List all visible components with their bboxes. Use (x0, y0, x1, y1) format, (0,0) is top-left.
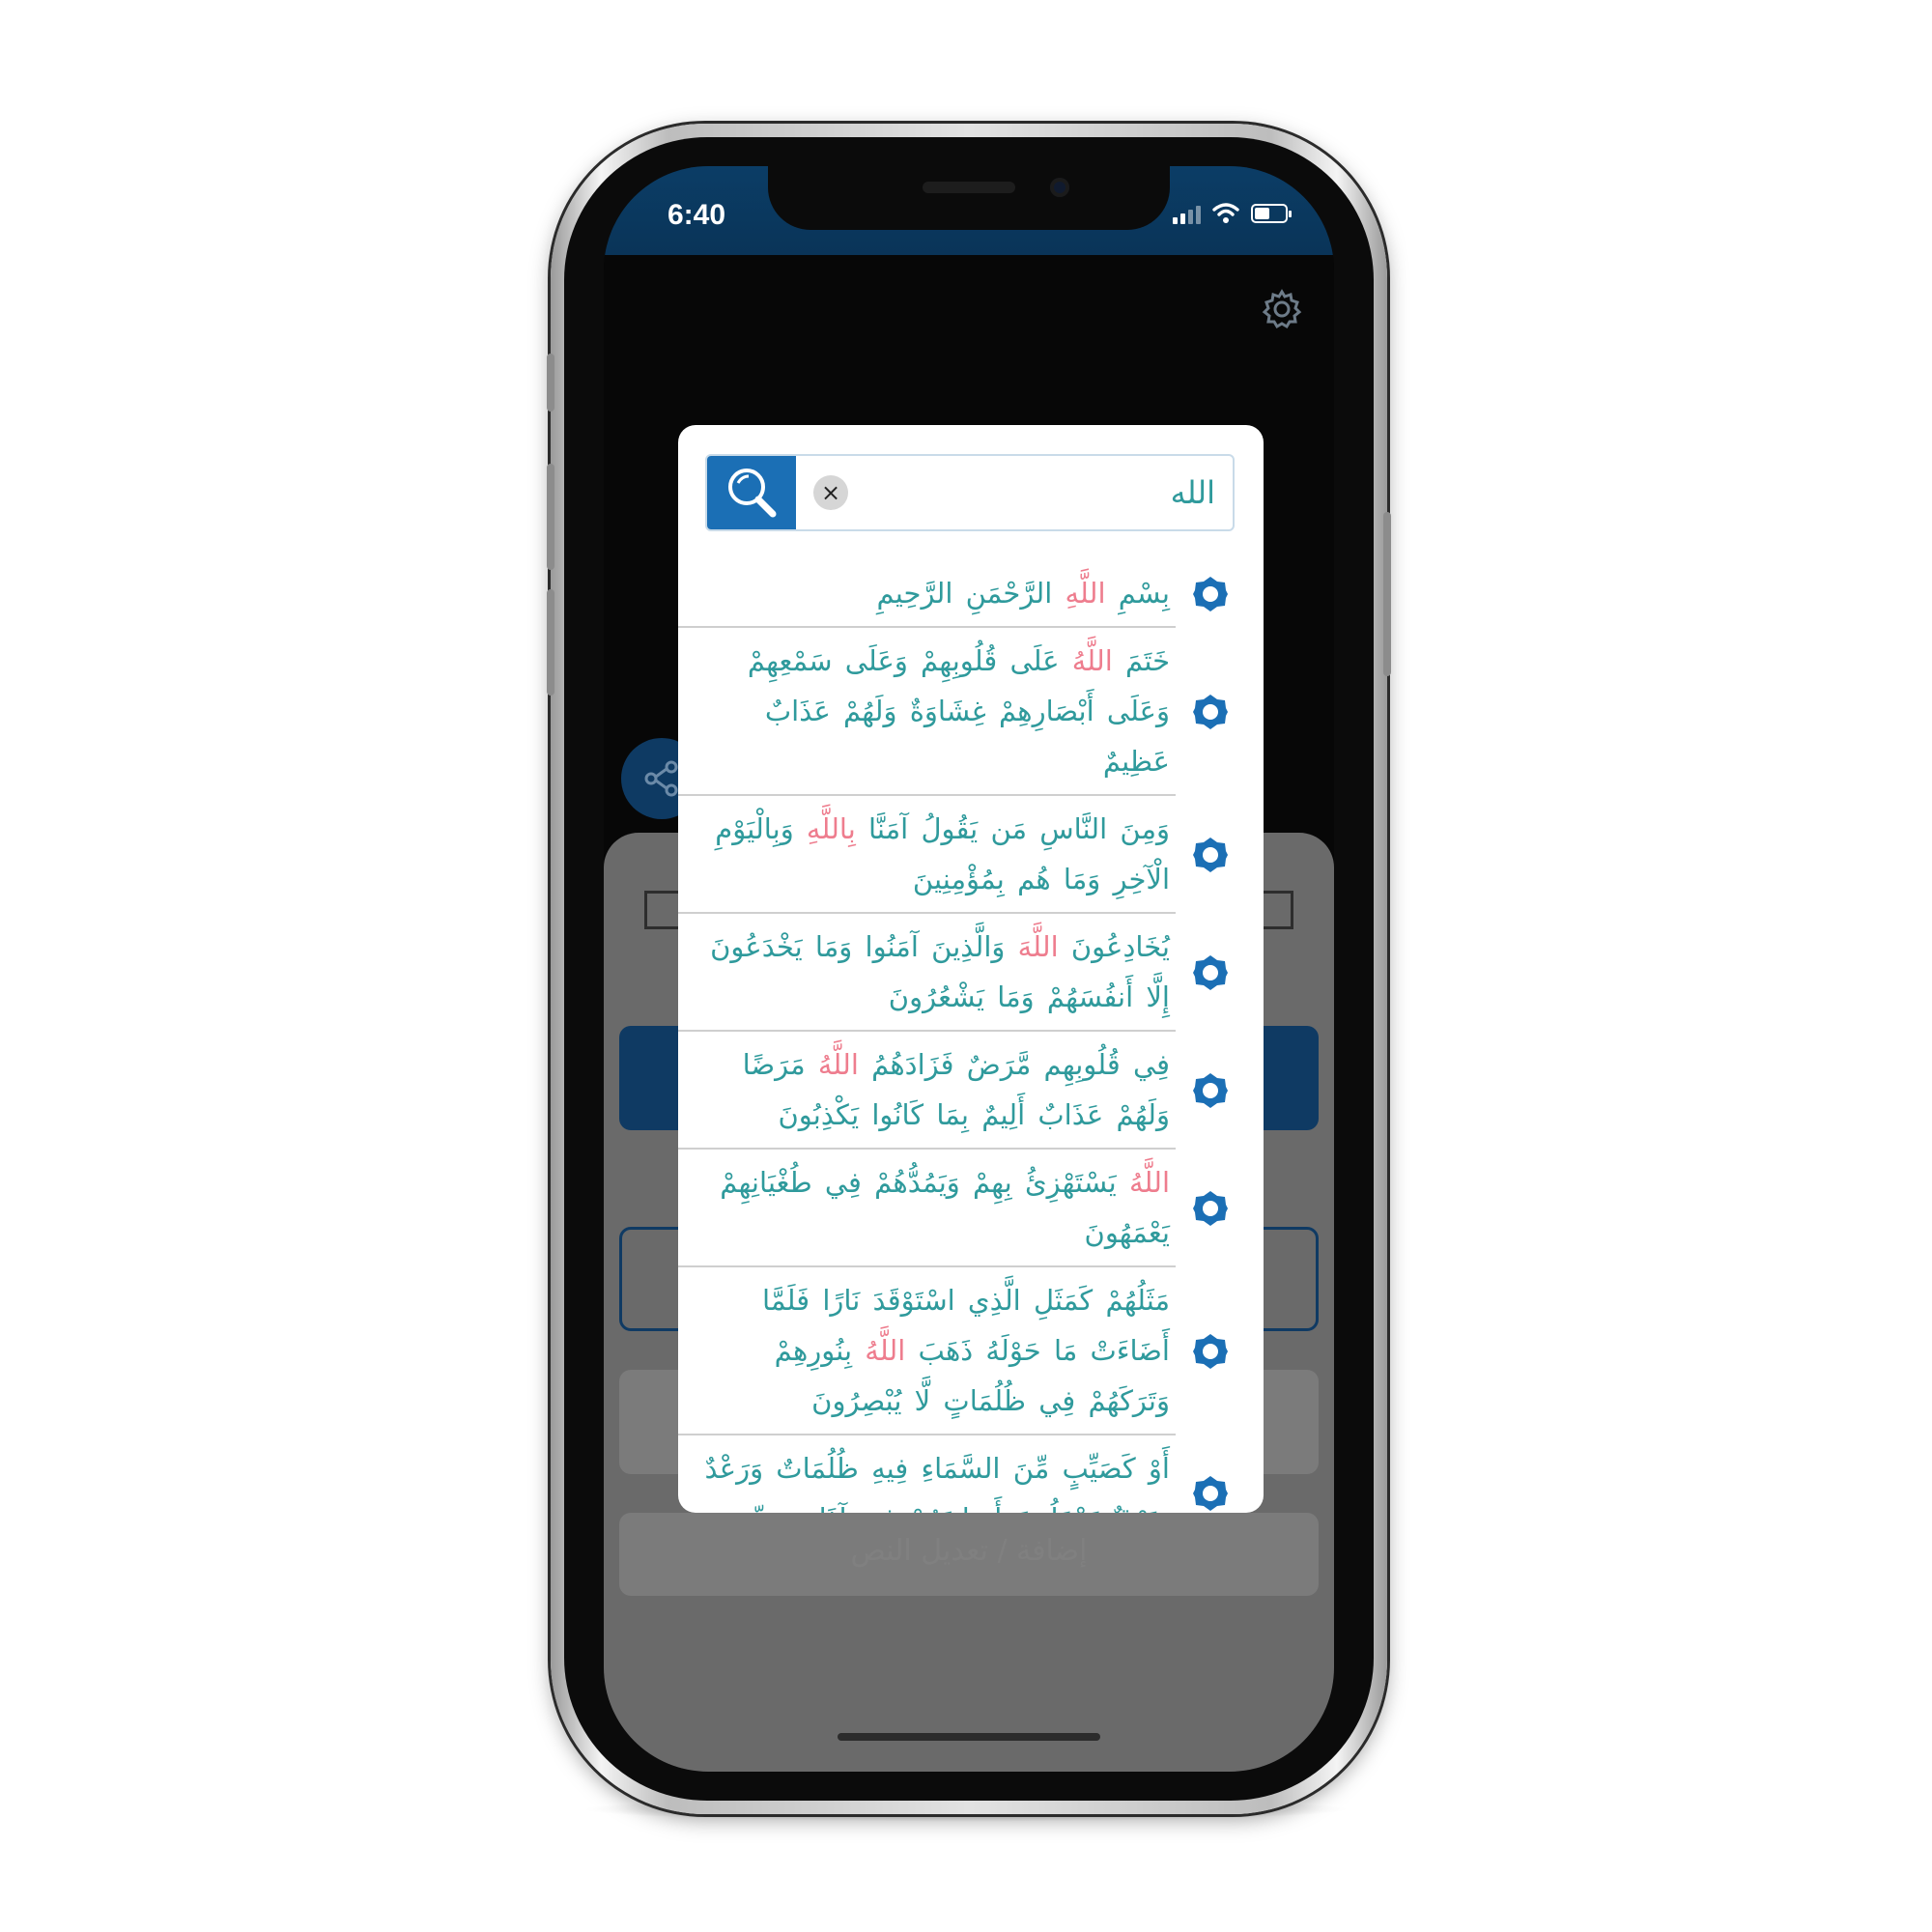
search-bar: × الله (705, 454, 1235, 531)
search-result-row[interactable]: خَتَمَ اللَّهُ عَلَى قُلُوبِهِمْ وَعَلَى… (678, 628, 1228, 796)
gear-icon[interactable] (1261, 288, 1303, 330)
verse-text-before: فِي قُلُوبِهِم مَّرَضٌ فَزَادَهُمُ (858, 1048, 1170, 1081)
verse-text-before: يُخَادِعُونَ (1058, 930, 1170, 963)
verse-marker-icon (1193, 695, 1228, 729)
status-time: 6:40 (668, 199, 726, 231)
verse-highlighted-term: بِاللَّهِ (806, 812, 856, 845)
add-edit-text-label: إضافة / تعديل النص (850, 1534, 1088, 1568)
search-result-row[interactable]: وَمِنَ النَّاسِ مَن يَقُولُ آمَنَّا بِال… (678, 796, 1228, 914)
verse-marker-icon (1193, 838, 1228, 872)
verse-marker-icon (1193, 955, 1228, 990)
verse-highlighted-term: اللَّهُ (865, 1334, 906, 1367)
power-button (1383, 512, 1391, 676)
verse-text: بِسْمِ اللَّهِ الرَّحْمَنِ الرَّحِيمِ (678, 560, 1176, 626)
wifi-icon (1212, 203, 1239, 223)
search-modal: × الله بِسْمِ اللَّهِ الرَّحْمَنِ الرَّح… (678, 425, 1264, 1513)
verse-text-before: خَتَمَ (1112, 644, 1170, 677)
clear-search-button[interactable]: × (813, 475, 848, 510)
verse-marker-icon (1193, 1073, 1228, 1108)
verse-text: وَمِنَ النَّاسِ مَن يَقُولُ آمَنَّا بِال… (678, 796, 1176, 912)
verse-highlighted-term: اللَّهُ (1128, 1166, 1170, 1199)
verse-highlighted-term: اللَّهِ (1065, 577, 1106, 610)
verse-highlighted-term: اللَّهُ (1071, 644, 1113, 677)
verse-text-after: يَسْتَهْزِئُ بِهِمْ وَيَمُدُّهُمْ فِي طُ… (720, 1166, 1170, 1249)
volume-down-button (547, 589, 554, 696)
share-icon (644, 760, 678, 797)
search-result-row[interactable]: أَوْ كَصَيِّبٍ مِّنَ السَّمَاءِ فِيهِ ظُ… (678, 1435, 1228, 1513)
notch (768, 166, 1170, 230)
search-button[interactable] (707, 456, 796, 529)
status-bar: 6:40 (604, 166, 1334, 255)
battery-icon (1251, 204, 1292, 223)
front-camera (1050, 178, 1069, 197)
verse-text: خَتَمَ اللَّهُ عَلَى قُلُوبِهِمْ وَعَلَى… (678, 628, 1176, 794)
search-input[interactable]: الله (1171, 468, 1215, 518)
earpiece-speaker (923, 182, 1015, 193)
verse-text-before: بِسْمِ (1105, 577, 1170, 610)
search-result-row[interactable]: فِي قُلُوبِهِم مَّرَضٌ فَزَادَهُمُ اللَّ… (678, 1032, 1228, 1150)
crop-icon[interactable] (644, 891, 683, 929)
verse-text: أَوْ كَصَيِّبٍ مِّنَ السَّمَاءِ فِيهِ ظُ… (678, 1435, 1176, 1513)
search-result-row[interactable]: اللَّهُ يَسْتَهْزِئُ بِهِمْ وَيَمُدُّهُم… (678, 1150, 1228, 1267)
verse-marker-icon (1193, 1476, 1228, 1511)
verse-text-before: وَمِنَ النَّاسِ مَن يَقُولُ آمَنَّا (855, 812, 1170, 845)
home-indicator[interactable] (838, 1733, 1100, 1741)
search-result-row[interactable]: مَثَلُهُمْ كَمَثَلِ الَّذِي اسْتَوْقَدَ … (678, 1267, 1228, 1435)
verse-text: مَثَلُهُمْ كَمَثَلِ الَّذِي اسْتَوْقَدَ … (678, 1267, 1176, 1434)
verse-marker-icon (1193, 577, 1228, 611)
search-results-list: بِسْمِ اللَّهِ الرَّحْمَنِ الرَّحِيمِ خَت… (678, 560, 1264, 1513)
verse-text-after: الرَّحْمَنِ الرَّحِيمِ (876, 577, 1065, 610)
search-result-row[interactable]: بِسْمِ اللَّهِ الرَّحْمَنِ الرَّحِيمِ (678, 560, 1228, 628)
mute-switch (547, 354, 554, 412)
verse-text-before: أَوْ كَصَيِّبٍ مِّنَ السَّمَاءِ فِيهِ ظُ… (704, 1452, 1170, 1513)
verse-marker-icon (1193, 1334, 1228, 1369)
cellular-signal-icon (1173, 203, 1201, 224)
search-result-row[interactable]: يُخَادِعُونَ اللَّهَ وَالَّذِينَ آمَنُوا… (678, 914, 1228, 1032)
verse-text: فِي قُلُوبِهِم مَّرَضٌ فَزَادَهُمُ اللَّ… (678, 1032, 1176, 1148)
verse-text: اللَّهُ يَسْتَهْزِئُ بِهِمْ وَيَمُدُّهُم… (678, 1150, 1176, 1265)
status-icons (1173, 203, 1292, 224)
verse-text: يُخَادِعُونَ اللَّهَ وَالَّذِينَ آمَنُوا… (678, 914, 1176, 1030)
volume-up-button (547, 464, 554, 570)
verse-marker-icon (1193, 1191, 1228, 1226)
verse-highlighted-term: اللَّهُ (817, 1048, 859, 1081)
verse-highlighted-term: اللَّهَ (1017, 930, 1059, 963)
magnifier-icon (728, 469, 777, 518)
